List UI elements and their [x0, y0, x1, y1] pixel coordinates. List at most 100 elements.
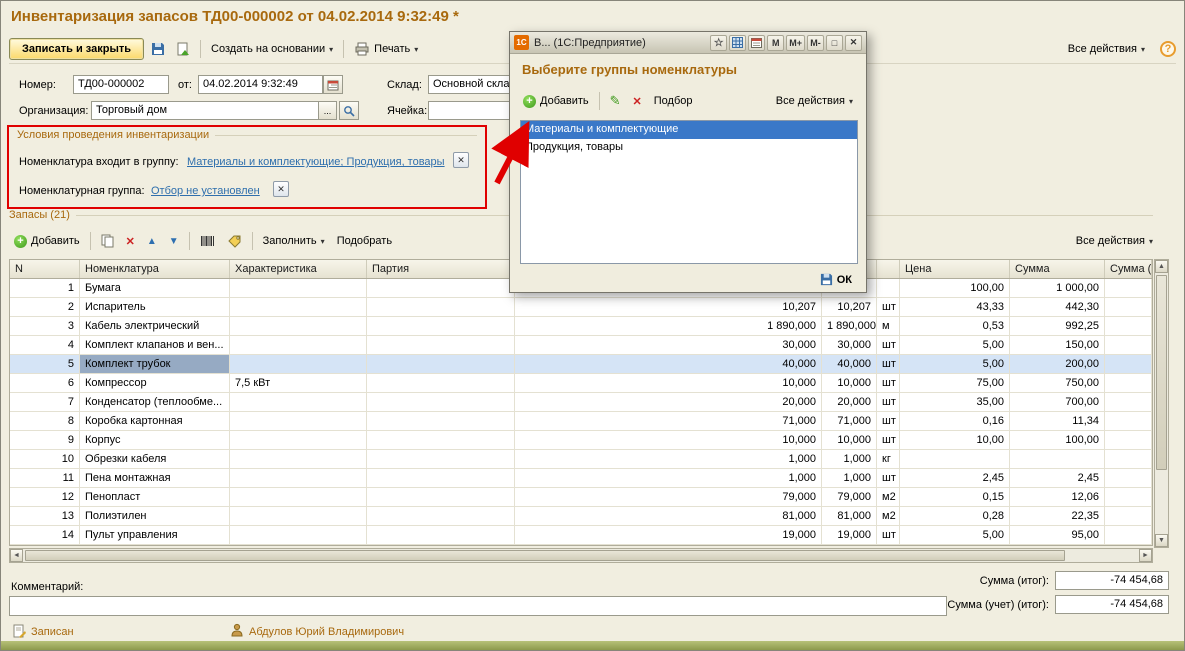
table-cell[interactable]: 4 — [10, 336, 80, 354]
organization-search-button[interactable] — [339, 101, 359, 120]
table-cell[interactable]: 0,15 — [900, 488, 1010, 506]
table-cell[interactable]: м — [877, 317, 900, 335]
table-cell[interactable]: 750,00 — [1010, 374, 1105, 392]
table-row[interactable]: 13Полиэтилен81,00081,000м20,2822,35 — [10, 507, 1152, 526]
dialog-all-actions-button[interactable]: Все действия ▾ — [771, 92, 858, 110]
table-cell[interactable] — [230, 412, 367, 430]
table-cell[interactable]: 1 — [10, 279, 80, 297]
nomenclature-group-filter-link[interactable]: Материалы и комплектующие; Продукция, то… — [187, 156, 445, 168]
table-cell[interactable]: шт — [877, 298, 900, 316]
table-cell[interactable]: Конденсатор (теплообме... — [80, 393, 230, 411]
table-cell[interactable] — [367, 507, 515, 525]
table-cell[interactable]: 10,000 — [515, 431, 822, 449]
table-cell[interactable] — [230, 336, 367, 354]
table-cell[interactable]: м2 — [877, 488, 900, 506]
table-cell[interactable] — [367, 279, 515, 297]
column-header[interactable]: Цена — [900, 260, 1010, 278]
table-cell[interactable] — [1105, 431, 1152, 449]
table-row[interactable]: 10Обрезки кабеля1,0001,000кг — [10, 450, 1152, 469]
dialog-add-button[interactable]: + Добавить — [518, 92, 594, 111]
clear-nomgroup-button[interactable]: ✕ — [273, 181, 289, 197]
table-cell[interactable]: 10,000 — [822, 374, 877, 392]
table-cell[interactable]: Компрессор — [80, 374, 230, 392]
table-cell[interactable]: 81,000 — [822, 507, 877, 525]
table-cell[interactable] — [1010, 450, 1105, 468]
table-cell[interactable]: 71,000 — [515, 412, 822, 430]
table-cell[interactable]: шт — [877, 469, 900, 487]
move-up-button[interactable]: ▲ — [142, 233, 162, 250]
table-cell[interactable] — [1105, 298, 1152, 316]
table-cell[interactable]: шт — [877, 526, 900, 544]
table-cell[interactable]: 1 000,00 — [1010, 279, 1105, 297]
table-cell[interactable]: 1 890,000 — [822, 317, 877, 335]
table-cell[interactable] — [230, 279, 367, 297]
create-based-button[interactable]: Создать на основании ▾ — [206, 40, 338, 58]
table-cell[interactable]: шт — [877, 374, 900, 392]
table-cell[interactable]: 30,000 — [515, 336, 822, 354]
table-cell[interactable]: 11 — [10, 469, 80, 487]
table-cell[interactable]: 700,00 — [1010, 393, 1105, 411]
table-cell[interactable] — [367, 469, 515, 487]
scroll-right-button[interactable]: ► — [1139, 549, 1152, 562]
table-cell[interactable] — [1105, 507, 1152, 525]
table-cell[interactable]: 1,000 — [515, 450, 822, 468]
dialog-titlebar[interactable]: 1С В... (1С:Предприятие) ☆ М М+ М- □ ✕ — [510, 32, 866, 54]
table-cell[interactable] — [1105, 355, 1152, 373]
table-row[interactable]: 6Компрессор7,5 кВт10,00010,000шт75,00750… — [10, 374, 1152, 393]
table-cell[interactable]: 79,000 — [822, 488, 877, 506]
table-cell[interactable]: 0,53 — [900, 317, 1010, 335]
table-cell[interactable] — [1105, 279, 1152, 297]
table-cell[interactable] — [230, 469, 367, 487]
table-cell[interactable] — [230, 431, 367, 449]
table-cell[interactable] — [230, 317, 367, 335]
table-row[interactable]: 5Комплект трубок40,00040,000шт5,00200,00 — [10, 355, 1152, 374]
table-cell[interactable]: 9 — [10, 431, 80, 449]
clear-group-filter-button[interactable]: ✕ — [453, 152, 469, 168]
table-cell[interactable]: 10,00 — [900, 431, 1010, 449]
table-cell[interactable]: 1,000 — [515, 469, 822, 487]
pick-button[interactable]: Подобрать — [332, 232, 397, 250]
column-header[interactable]: N — [10, 260, 80, 278]
table-row[interactable]: 12Пенопласт79,00079,000м20,1512,06 — [10, 488, 1152, 507]
table-cell[interactable]: 79,000 — [515, 488, 822, 506]
table-cell[interactable]: Комплект клапанов и вен... — [80, 336, 230, 354]
table-cell[interactable]: Испаритель — [80, 298, 230, 316]
column-header[interactable]: Номенклатура — [80, 260, 230, 278]
organization-select-button[interactable]: ... — [318, 101, 337, 120]
scroll-down-button[interactable]: ▼ — [1155, 534, 1168, 547]
table-cell[interactable] — [1105, 450, 1152, 468]
table-cell[interactable]: Кабель электрический — [80, 317, 230, 335]
table-cell[interactable]: Коробка картонная — [80, 412, 230, 430]
calendar-button[interactable] — [323, 75, 343, 94]
calendar-button[interactable] — [748, 35, 765, 51]
window-close-button[interactable]: ✕ — [845, 35, 862, 51]
table-cell[interactable] — [230, 507, 367, 525]
table-cell[interactable]: м2 — [877, 507, 900, 525]
dialog-delete-button[interactable]: ✕ — [628, 92, 647, 111]
table-cell[interactable] — [367, 393, 515, 411]
table-cell[interactable]: 40,000 — [515, 355, 822, 373]
fill-button[interactable]: Заполнить ▾ — [258, 232, 330, 250]
table-cell[interactable] — [230, 298, 367, 316]
table-row[interactable]: 9Корпус10,00010,000шт10,00100,00 — [10, 431, 1152, 450]
date-field[interactable]: 04.02.2014 9:32:49 — [198, 75, 323, 94]
scroll-left-button[interactable]: ◄ — [10, 549, 23, 562]
table-cell[interactable]: 100,00 — [900, 279, 1010, 297]
table-cell[interactable] — [367, 374, 515, 392]
table-cell[interactable]: Комплект трубок — [80, 355, 230, 373]
delete-row-button[interactable]: ✕ — [121, 232, 140, 251]
table-cell[interactable]: 22,35 — [1010, 507, 1105, 525]
table-cell[interactable] — [367, 488, 515, 506]
table-cell[interactable]: Корпус — [80, 431, 230, 449]
grid-button[interactable] — [729, 35, 746, 51]
create-document-button[interactable] — [172, 39, 195, 59]
table-cell[interactable]: Пульт управления — [80, 526, 230, 544]
column-header[interactable]: Партия — [367, 260, 515, 278]
table-cell[interactable]: 14 — [10, 526, 80, 544]
table-cell[interactable]: 12 — [10, 488, 80, 506]
comment-input[interactable] — [9, 596, 947, 616]
table-cell[interactable]: 75,00 — [900, 374, 1010, 392]
table-cell[interactable]: 5,00 — [900, 336, 1010, 354]
horizontal-scrollbar[interactable]: ◄ ► — [9, 548, 1153, 563]
nomgroup-link[interactable]: Отбор не установлен — [151, 185, 260, 197]
